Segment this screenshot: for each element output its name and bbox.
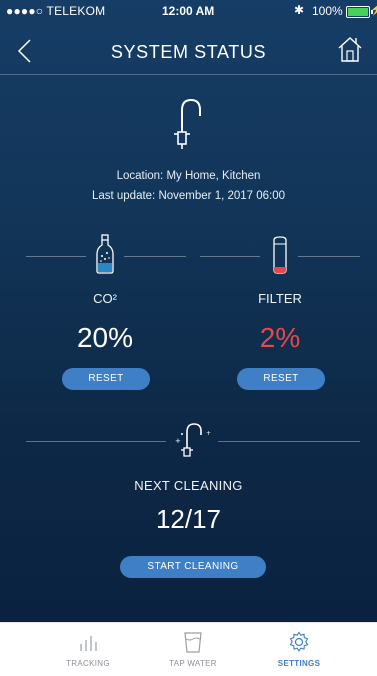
divider bbox=[218, 441, 360, 442]
divider bbox=[298, 256, 360, 257]
divider bbox=[26, 441, 166, 442]
svg-text:+: + bbox=[206, 430, 211, 437]
co2-bottle-icon bbox=[96, 234, 114, 274]
gear-icon bbox=[289, 631, 309, 652]
bluetooth-icon: ✱ bbox=[294, 3, 305, 17]
divider bbox=[26, 256, 86, 257]
status-bar: ●●●●○ TELEKOM 12:00 AM ✱ 100% ⚡ bbox=[0, 0, 377, 22]
filter-value: 2% bbox=[259, 322, 301, 353]
faucet-sparkle-icon: + + bbox=[175, 423, 211, 457]
co2-label: CO² bbox=[93, 291, 117, 306]
faucet-icon bbox=[174, 98, 201, 149]
filter-cartridge-icon bbox=[273, 236, 287, 274]
home-icon[interactable] bbox=[336, 34, 364, 64]
svg-text:+: + bbox=[175, 437, 181, 445]
bar-chart-icon bbox=[80, 636, 97, 651]
main-panel: ●●●●○ TELEKOM 12:00 AM ✱ 100% ⚡ SYSTEM S… bbox=[0, 0, 377, 622]
co2-reset-button[interactable]: RESET bbox=[62, 368, 150, 390]
filter-label: FILTER bbox=[258, 291, 302, 306]
divider bbox=[124, 256, 186, 257]
page-title: SYSTEM STATUS bbox=[110, 42, 267, 62]
glass-icon bbox=[184, 632, 202, 653]
start-cleaning-button[interactable]: START CLEANING bbox=[120, 556, 266, 578]
clock: 12:00 AM bbox=[162, 4, 215, 18]
next-cleaning-label: NEXT CLEANING bbox=[134, 478, 243, 493]
filter-reset-button[interactable]: RESET bbox=[237, 368, 325, 390]
charging-icon: ⚡ bbox=[370, 4, 377, 16]
nav-bar: SYSTEM STATUS bbox=[0, 28, 377, 75]
co2-value: 20% bbox=[76, 322, 134, 353]
last-update-text: Last update: November 1, 2017 06:00 bbox=[91, 190, 286, 202]
tab-bar: TRACKING TAP WATER SETTINGS bbox=[0, 622, 377, 676]
tab-settings[interactable]: SETTINGS bbox=[236, 623, 362, 676]
tab-label: SETTINGS bbox=[277, 659, 321, 668]
next-cleaning-date: 12/17 bbox=[155, 504, 222, 534]
screen: ●●●●○ TELEKOM 12:00 AM ✱ 100% ⚡ SYSTEM S… bbox=[0, 0, 377, 676]
battery-icon bbox=[346, 6, 373, 18]
location-text: Location: My Home, Kitchen bbox=[116, 170, 261, 182]
divider bbox=[200, 256, 260, 257]
battery-percent: 100% bbox=[312, 4, 343, 18]
carrier-label: ●●●●○ TELEKOM bbox=[6, 4, 106, 18]
